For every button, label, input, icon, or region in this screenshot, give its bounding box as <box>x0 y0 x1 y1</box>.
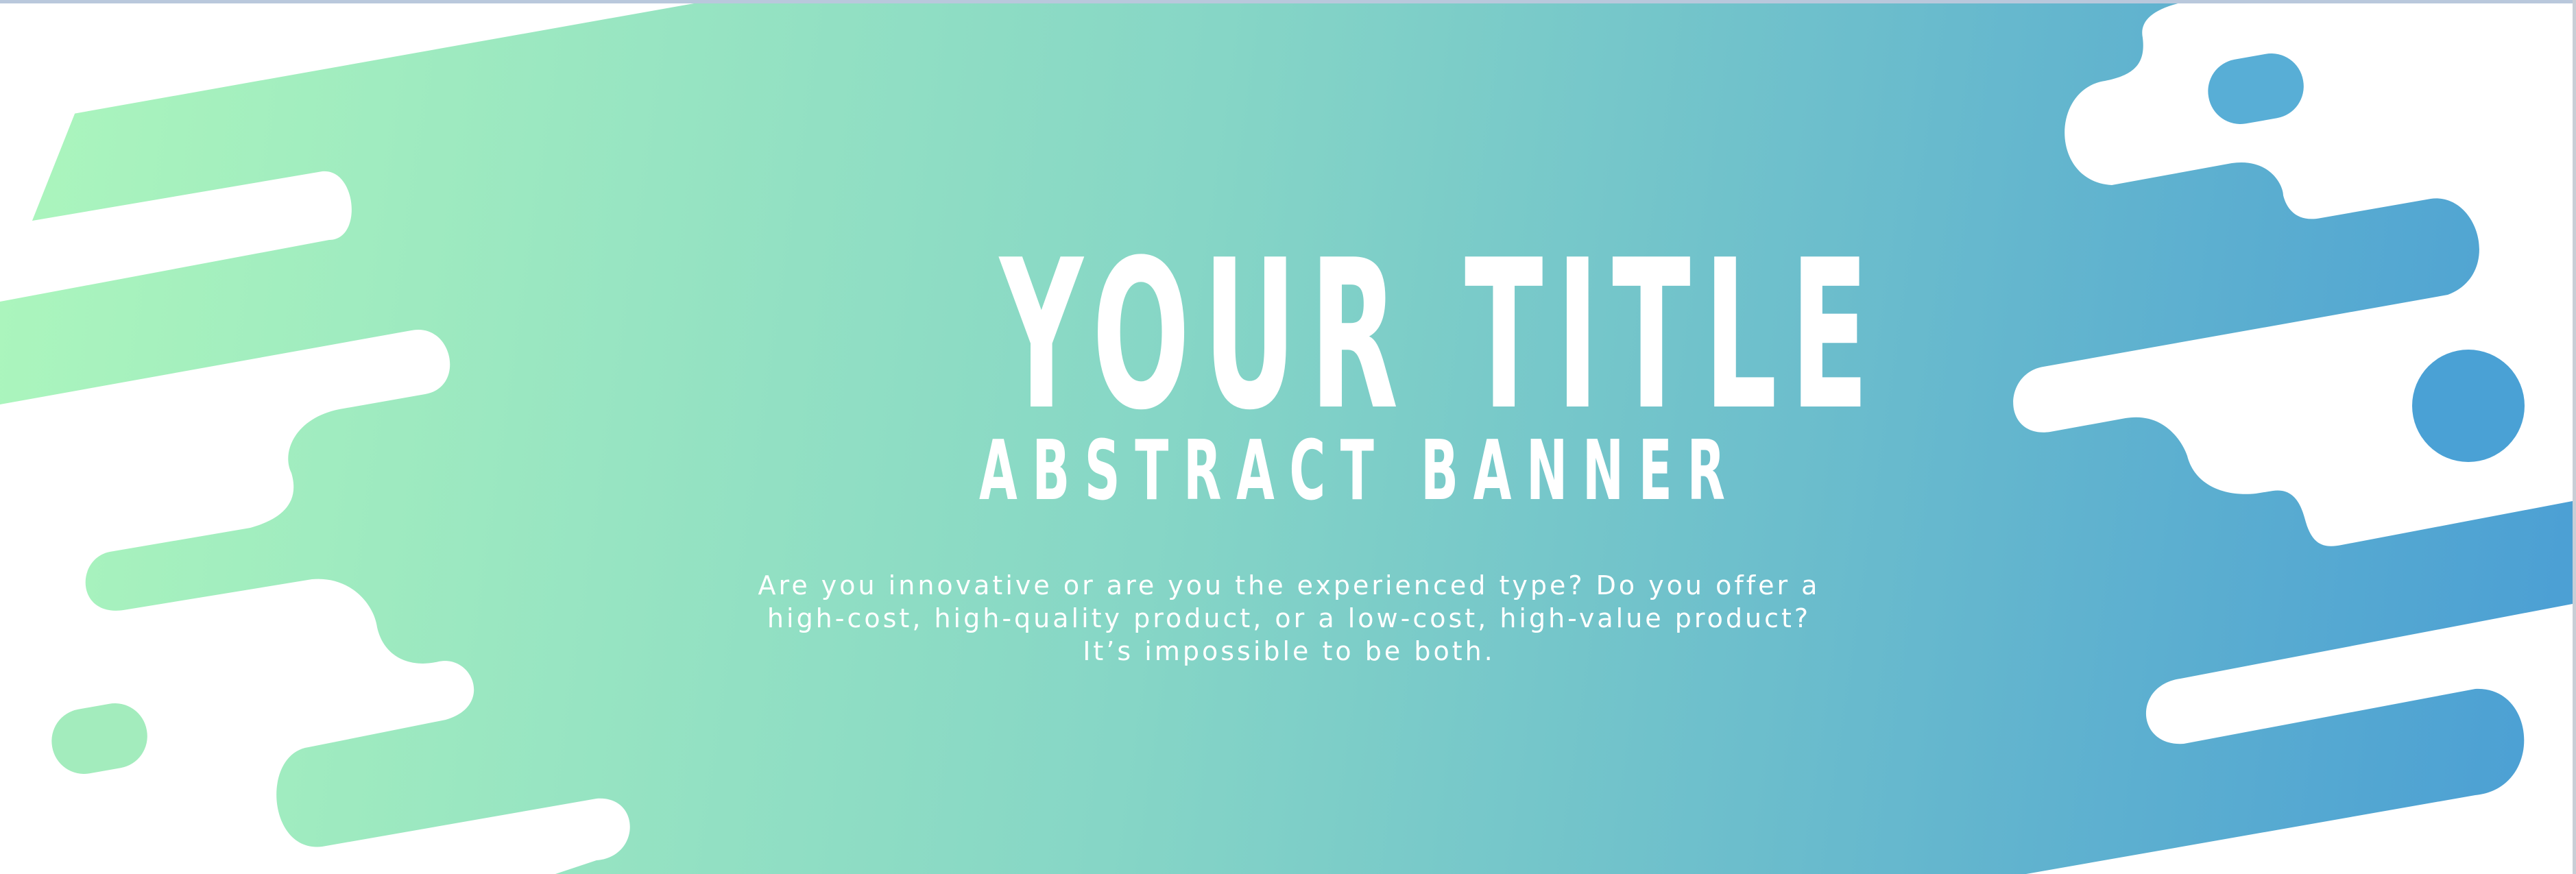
banner-description: Are you innovative or are you the experi… <box>758 570 1820 666</box>
top-border-line <box>0 0 2576 3</box>
abstract-banner: YOUR TITLE ABSTRACT BANNER Are you innov… <box>0 0 2576 874</box>
banner-title: YOUR TITLE <box>1000 216 1882 455</box>
right-border-line <box>2573 0 2576 874</box>
banner-subtitle: ABSTRACT BANNER <box>979 424 1740 519</box>
banner-text-block: YOUR TITLE ABSTRACT BANNER Are you innov… <box>0 0 2576 874</box>
